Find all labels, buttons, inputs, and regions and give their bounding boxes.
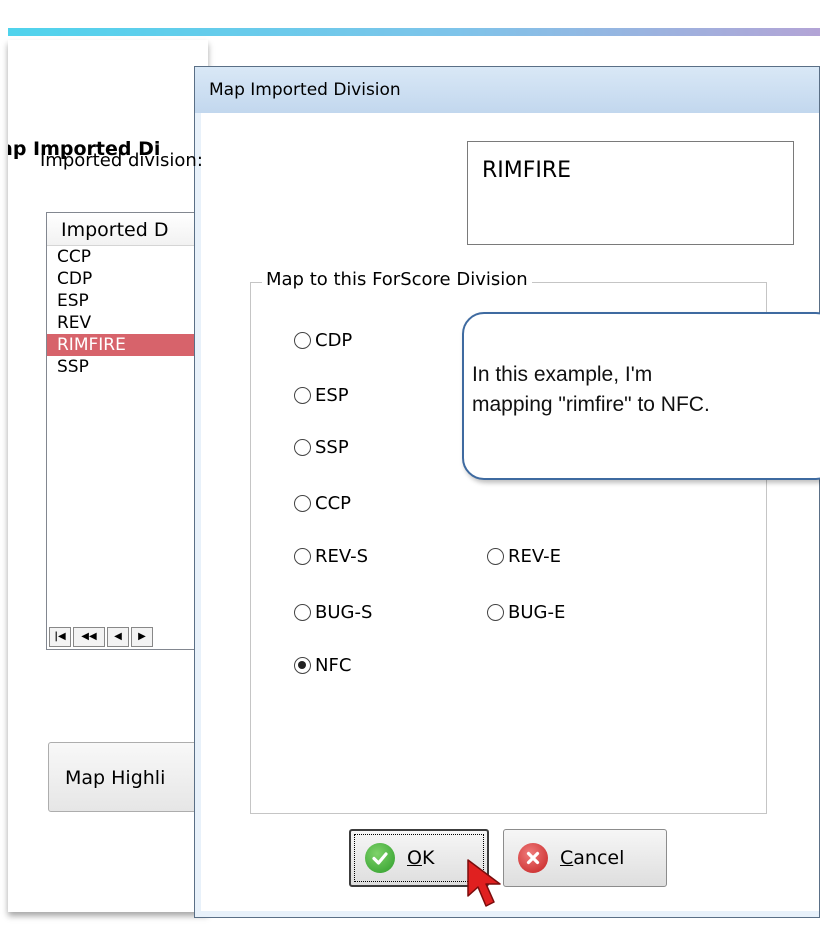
radio-icon (294, 439, 311, 456)
callout-text: In this example, I'm mapping "rimfire" t… (472, 360, 820, 420)
ok-button-label: OK (407, 847, 435, 869)
callout-line: mapping "rimfire" to NFC. (472, 393, 710, 416)
list-item[interactable]: CCP (47, 246, 217, 268)
mouse-cursor-icon (467, 859, 501, 907)
dialog-titlebar[interactable]: Map Imported Division (195, 67, 819, 113)
nav-next-icon[interactable]: ▶ (131, 627, 153, 647)
imported-division-list[interactable]: Imported D CCP CDP ESP REV RIMFIRE SSP |… (46, 212, 218, 650)
radio-icon (294, 332, 311, 349)
callout-line: In this example, I'm (472, 363, 653, 386)
radio-esp[interactable]: ESP (294, 385, 349, 406)
nav-prev-page-icon[interactable]: ◀◀ (73, 627, 105, 647)
imported-division-field[interactable]: RIMFIRE (467, 141, 794, 245)
radio-nfc[interactable]: NFC (294, 655, 351, 676)
check-circle-icon (365, 843, 395, 873)
x-circle-icon (518, 843, 548, 873)
cancel-button-label: Cancel (560, 847, 625, 869)
radio-ssp[interactable]: SSP (294, 437, 349, 458)
radio-label: BUG-S (315, 602, 373, 623)
radio-icon (294, 604, 311, 621)
nav-first-icon[interactable]: |◀ (49, 627, 71, 647)
cancel-button[interactable]: Cancel (503, 829, 667, 887)
list-item[interactable]: REV (47, 312, 217, 334)
nav-prev-icon[interactable]: ◀ (107, 627, 129, 647)
radio-icon (487, 604, 504, 621)
radio-checked-icon (294, 657, 311, 674)
radio-bug-s[interactable]: BUG-S (294, 602, 372, 623)
window-top-accent-bar (8, 28, 820, 36)
radio-label: CDP (315, 330, 353, 351)
list-items: CCP CDP ESP REV RIMFIRE SSP (47, 246, 217, 378)
dialog-title: Map Imported Division (209, 80, 401, 100)
annotation-callout: In this example, I'm mapping "rimfire" t… (462, 312, 820, 480)
radio-label: ESP (315, 385, 349, 406)
radio-icon (294, 495, 311, 512)
radio-label: CCP (315, 493, 351, 514)
radio-rev-e[interactable]: REV-E (487, 546, 561, 567)
radio-label: SSP (315, 437, 349, 458)
list-column-header[interactable]: Imported D (47, 213, 217, 246)
list-item[interactable]: SSP (47, 356, 217, 378)
division-mapping-group-label: Map to this ForScore Division (262, 269, 532, 290)
list-item[interactable]: CDP (47, 268, 217, 290)
radio-bug-e[interactable]: BUG-E (487, 602, 565, 623)
list-navigation-bar: |◀ ◀◀ ◀ ▶ (49, 627, 153, 647)
radio-icon (294, 548, 311, 565)
radio-label: BUG-E (508, 602, 566, 623)
radio-icon (487, 548, 504, 565)
list-item-selected[interactable]: RIMFIRE (47, 334, 217, 356)
map-highlighted-button[interactable]: Map Highli (48, 742, 218, 812)
radio-cdp[interactable]: CDP (294, 330, 352, 351)
imported-division-label: Imported division: (40, 150, 203, 171)
radio-label: REV-S (315, 546, 369, 567)
list-item[interactable]: ESP (47, 290, 217, 312)
radio-label: NFC (315, 655, 352, 676)
radio-label: REV-E (508, 546, 562, 567)
radio-rev-s[interactable]: REV-S (294, 546, 368, 567)
radio-icon (294, 387, 311, 404)
radio-ccp[interactable]: CCP (294, 493, 351, 514)
